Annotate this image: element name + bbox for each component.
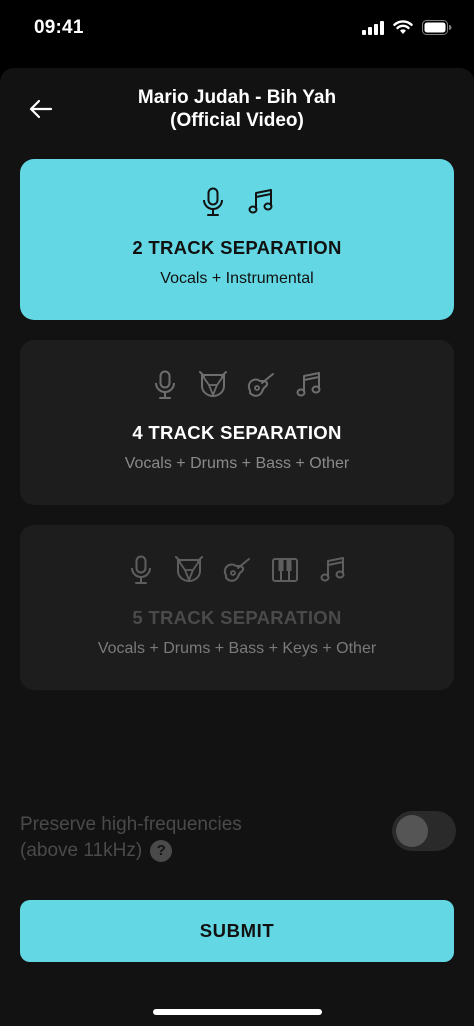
preserve-frequencies-toggle[interactable] [392,811,456,851]
page-title: Mario Judah - Bih Yah (Official Video) [90,86,384,132]
battery-icon [422,20,452,40]
status-time: 09:41 [34,17,84,38]
music-note-icon [292,368,326,402]
option-title: 5 TRACK SEPARATION [132,607,342,628]
option-5-track[interactable]: 5 TRACK SEPARATION Vocals + Drums + Bass… [20,525,454,690]
piano-keys-icon [268,553,302,587]
option-icons [20,368,454,402]
option-subtitle: Vocals + Drums + Bass + Other [124,455,350,472]
option-4-track[interactable]: 4 TRACK SEPARATION Vocals + Drums + Bass… [20,340,454,505]
option-2-track[interactable]: 2 TRACK SEPARATION Vocals + Instrumental [20,159,454,320]
pref-label-line-1: Preserve high-frequencies [20,814,242,835]
wifi-icon [393,20,413,40]
pref-label-line-2: (above 11kHz) [20,840,143,861]
option-title: 4 TRACK SEPARATION [132,422,342,443]
microphone-icon [148,368,182,402]
home-indicator [153,1009,322,1015]
status-bar: 09:41 [0,0,474,62]
option-icons [20,553,454,587]
microphone-icon [196,185,230,219]
back-arrow-icon [29,99,53,119]
drum-icon [172,553,206,587]
submit-button[interactable]: SUBMIT [20,900,454,962]
microphone-icon [124,553,158,587]
toggle-knob [396,815,428,847]
option-subtitle: Vocals + Instrumental [160,270,314,287]
music-note-icon [316,553,350,587]
help-icon[interactable]: ? [150,840,173,862]
status-icons [362,20,452,40]
title-line-1: Mario Judah - Bih Yah [137,87,337,108]
option-icons [20,185,454,219]
signal-icon [362,20,384,40]
guitar-icon [220,553,254,587]
back-button[interactable] [24,94,58,124]
music-note-icon [244,185,278,219]
drum-icon [196,368,230,402]
title-line-2: (Official Video) [170,110,304,131]
preserve-frequencies-label: Preserve high-frequencies (above 11kHz) … [20,812,340,864]
option-subtitle: Vocals + Drums + Bass + Keys + Other [97,640,377,657]
option-title: 2 TRACK SEPARATION [132,237,342,258]
guitar-icon [244,368,278,402]
pref-label-line-2-row: (above 11kHz) ? [20,838,340,864]
